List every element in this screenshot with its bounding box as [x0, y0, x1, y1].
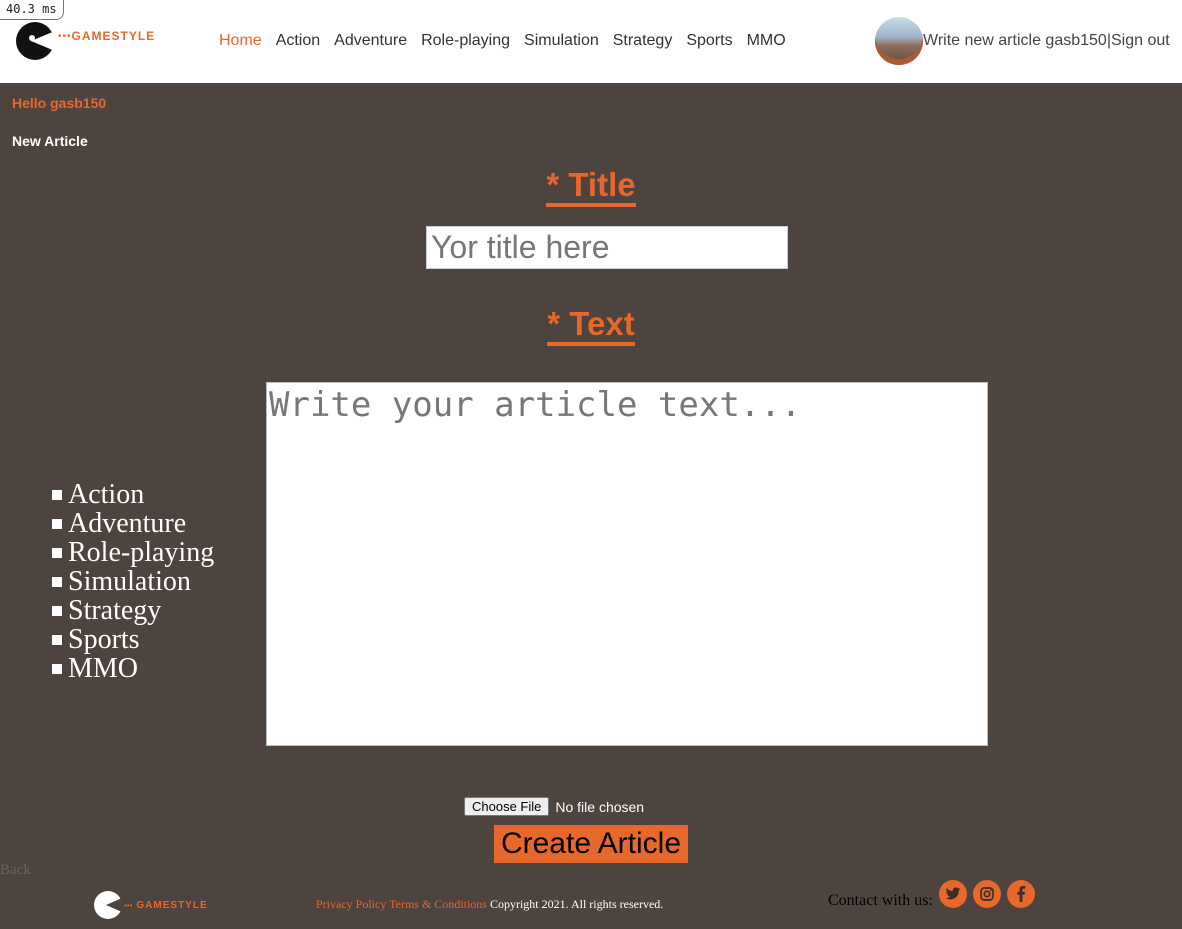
username: gasb150: [1045, 32, 1107, 49]
contact-label: Contact with us:: [828, 892, 933, 909]
nav-mmo[interactable]: MMO: [747, 32, 786, 50]
site-header: ••• GAMESTYLE Home Action Adventure Role…: [0, 0, 1182, 83]
twitter-icon[interactable]: [938, 880, 967, 908]
square-bullet-icon: [52, 489, 62, 500]
nav-sports[interactable]: Sports: [686, 32, 732, 50]
square-bullet-icon: [52, 634, 62, 645]
text-label: * Text: [547, 305, 635, 346]
category-list: Action Adventure Role-playing Simulation…: [52, 480, 214, 683]
title-label-wrap: * Title: [0, 166, 1182, 207]
avatar[interactable]: [875, 17, 923, 65]
nav-simulation[interactable]: Simulation: [524, 32, 599, 50]
main-nav: Home Action Adventure Role-playing Simul…: [219, 32, 786, 50]
square-bullet-icon: [52, 547, 62, 558]
nav-action[interactable]: Action: [276, 32, 320, 50]
write-article-link[interactable]: Write new article: [923, 32, 1041, 49]
footer-logo[interactable]: ••• GAMESTYLE: [94, 891, 208, 919]
logo-icon: [16, 22, 55, 60]
category-item: Sports: [52, 625, 214, 654]
file-status: No file chosen: [555, 798, 645, 815]
greeting: Hello gasb150: [12, 95, 107, 111]
square-bullet-icon: [52, 605, 62, 616]
user-box: Write new article gasb150|Sign out: [875, 17, 1170, 65]
category-label: Strategy: [68, 595, 162, 626]
timing-badge: 40.3 ms: [0, 0, 64, 20]
privacy-policy-link[interactable]: Privacy Policy: [316, 897, 386, 911]
footer-logo-wordmark: GAMESTYLE: [136, 899, 208, 911]
category-item: Strategy: [52, 596, 214, 625]
category-label: Role-playing: [68, 537, 215, 568]
category-item: Simulation: [52, 567, 214, 596]
footer-logo-dots: •••: [124, 900, 133, 910]
category-label: Action: [68, 479, 145, 510]
back-link[interactable]: Back: [0, 862, 31, 879]
site-logo[interactable]: ••• GAMESTYLE: [16, 22, 155, 60]
page-title: New Article: [12, 133, 88, 149]
square-bullet-icon: [52, 576, 62, 587]
logo-wordmark: GAMESTYLE: [71, 29, 156, 43]
nav-home[interactable]: Home: [219, 32, 262, 50]
user-links: Write new article gasb150|Sign out: [923, 32, 1170, 50]
category-label: MMO: [68, 653, 139, 684]
footer-logo-icon: [94, 891, 122, 919]
category-item: Role-playing: [52, 538, 214, 567]
sign-out-link[interactable]: Sign out: [1111, 32, 1170, 49]
footer-legal: Privacy Policy Terms & Conditions Copyri…: [316, 897, 663, 912]
text-label-wrap: * Text: [0, 305, 1182, 346]
copyright: Copyright 2021. All rights reserved.: [489, 897, 664, 911]
title-label: * Title: [546, 166, 636, 207]
instagram-icon[interactable]: [972, 880, 1001, 908]
nav-adventure[interactable]: Adventure: [334, 32, 407, 50]
category-item: Action: [52, 480, 214, 509]
category-label: Adventure: [68, 508, 187, 539]
contact-section: Contact with us:: [828, 880, 1041, 909]
category-item: MMO: [52, 654, 214, 683]
terms-link[interactable]: Terms & Conditions: [389, 897, 487, 911]
create-article-button[interactable]: Create Article: [494, 825, 688, 863]
square-bullet-icon: [52, 663, 62, 674]
category-label: Simulation: [68, 566, 191, 597]
nav-role-playing[interactable]: Role-playing: [421, 32, 510, 50]
file-upload: Choose File No file chosen: [464, 797, 644, 816]
article-text-area[interactable]: [266, 382, 988, 746]
title-input[interactable]: [426, 226, 788, 269]
category-label: Sports: [68, 624, 140, 655]
logo-dots: •••: [58, 30, 72, 42]
category-item: Adventure: [52, 509, 214, 538]
square-bullet-icon: [52, 518, 62, 529]
nav-strategy[interactable]: Strategy: [613, 32, 673, 50]
choose-file-button[interactable]: Choose File: [464, 797, 550, 816]
facebook-icon[interactable]: [1006, 880, 1035, 908]
